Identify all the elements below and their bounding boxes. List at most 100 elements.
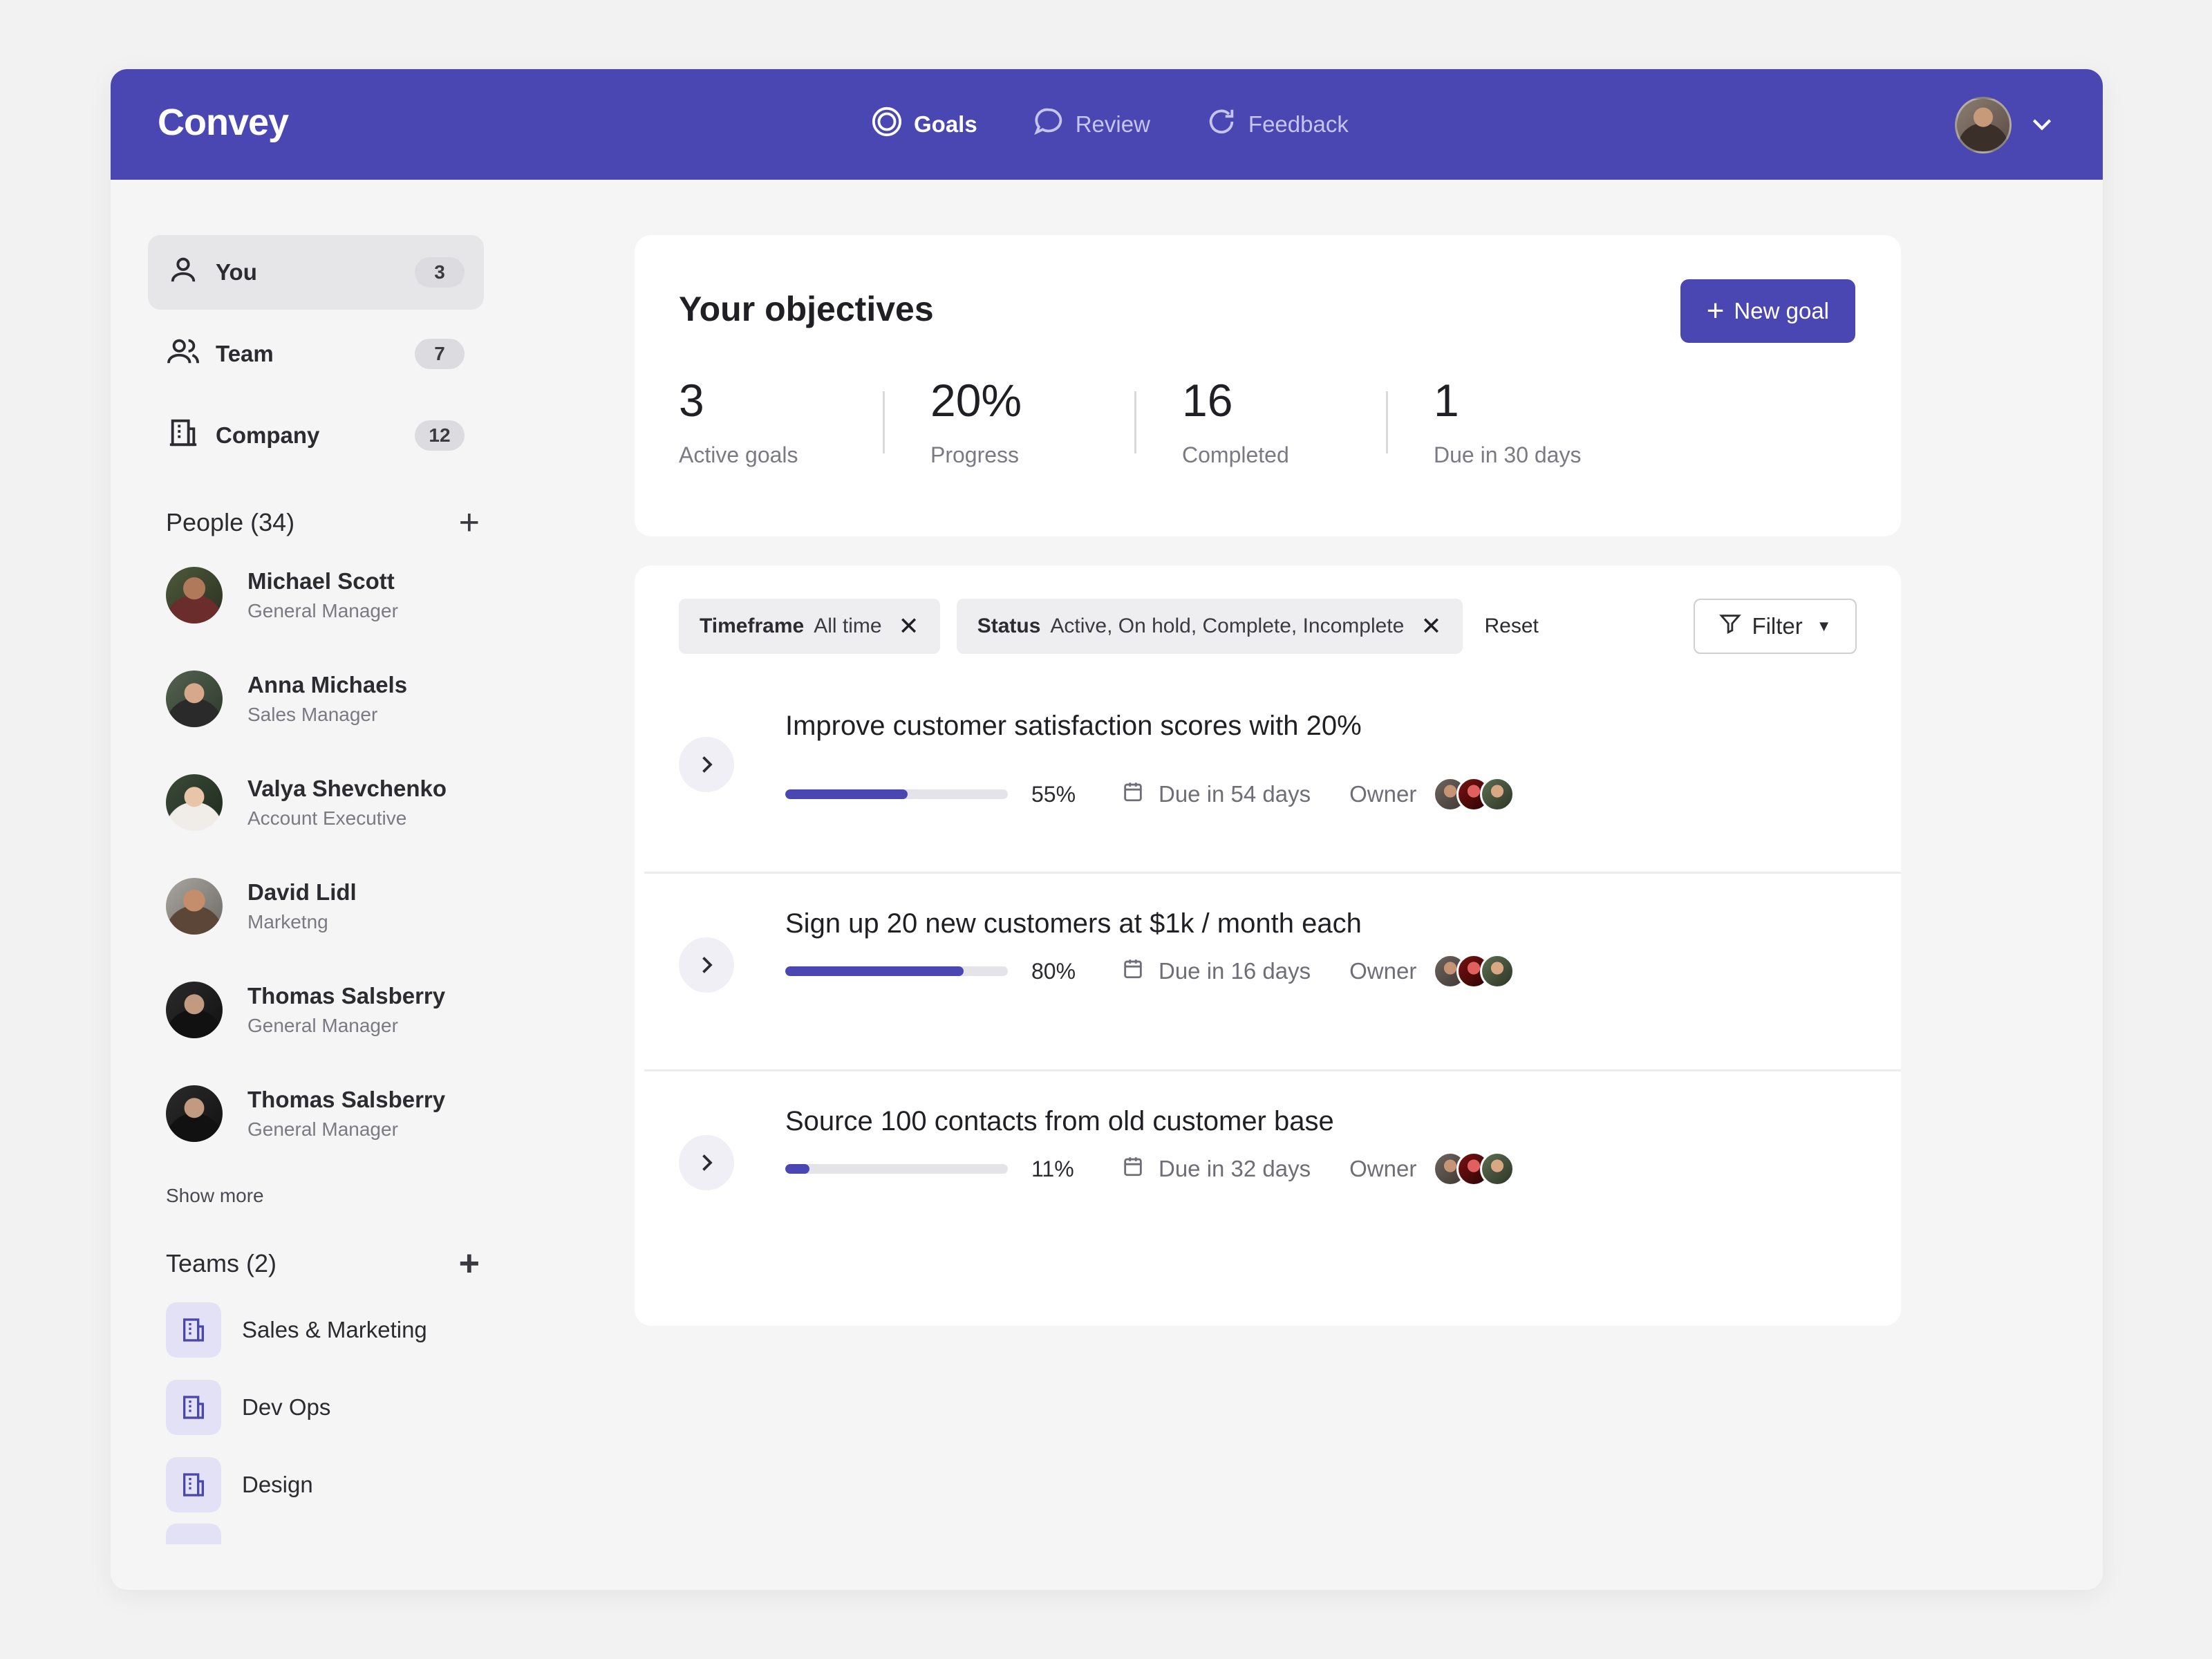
stat-due-soon: 1 Due in 30 days (1434, 377, 1685, 468)
team-building-icon (166, 1524, 221, 1544)
funnel-icon (1718, 612, 1742, 641)
goal-row[interactable]: Improve customer satisfaction scores wit… (644, 676, 1901, 874)
owner-label: Owner (1349, 1156, 1417, 1181)
team-item-partial[interactable] (148, 1524, 484, 1544)
refresh-icon (1206, 106, 1237, 143)
stat-label: Due in 30 days (1434, 442, 1582, 467)
person-name: Thomas Salsberry (247, 983, 446, 1009)
person-name: Anna Michaels (247, 672, 408, 697)
person-role: General Manager (247, 600, 398, 621)
goal-row[interactable]: Source 100 contacts from old customer ba… (644, 1071, 1901, 1269)
stat-value: 3 (679, 375, 704, 426)
due-date: Due in 54 days (1121, 780, 1311, 809)
person-role: Marketng (247, 911, 328, 932)
person-role: Sales Manager (247, 704, 378, 725)
page-title: Your objectives (679, 290, 934, 328)
progress-percent: 55% (1031, 781, 1076, 807)
chevron-right-icon[interactable] (679, 937, 734, 993)
owner-avatars[interactable] (1433, 777, 1515, 812)
avatar (166, 1085, 223, 1142)
nav-feedback-label: Feedback (1248, 111, 1349, 137)
goal-title[interactable]: Sign up 20 new customers at $1k / month … (785, 908, 1362, 939)
avatar (166, 567, 223, 624)
chevron-right-icon[interactable] (679, 737, 734, 792)
stat-value: 20% (930, 375, 1022, 426)
filter-chip-timeframe[interactable]: Timeframe All time ✕ (679, 599, 940, 654)
person-name: Thomas Salsberry (247, 1087, 446, 1112)
app-window: Convey Goals Review Feedback You 3 Team … (111, 69, 2103, 1590)
owner-avatars[interactable] (1433, 954, 1515, 988)
count-badge: 3 (415, 257, 465, 288)
nav-goals[interactable]: Goals (871, 106, 977, 143)
filter-button[interactable]: Filter ▼ (1694, 599, 1857, 654)
goal-meta: 55% Due in 54 days Owner (785, 777, 1515, 812)
list-item[interactable]: Valya Shevchenko Account Executive (148, 751, 484, 854)
user-menu[interactable] (1955, 97, 2056, 153)
show-more-link[interactable]: Show more (148, 1185, 484, 1207)
avatar (1480, 954, 1515, 988)
team-name: Sales & Marketing (242, 1317, 427, 1342)
team-building-icon (166, 1302, 221, 1358)
reset-button[interactable]: Reset (1485, 615, 1539, 638)
sidebar-item-team[interactable]: Team 7 (148, 317, 484, 391)
avatar[interactable] (1955, 97, 2012, 153)
team-item[interactable]: Design (148, 1446, 484, 1524)
sidebar-item-company[interactable]: Company 12 (148, 398, 484, 473)
team-item[interactable]: Sales & Marketing (148, 1291, 484, 1369)
owner-avatars[interactable] (1433, 1152, 1515, 1186)
close-icon[interactable]: ✕ (1421, 612, 1441, 641)
new-goal-label: New goal (1734, 298, 1829, 324)
team-item[interactable]: Dev Ops (148, 1369, 484, 1446)
goal-title[interactable]: Source 100 contacts from old customer ba… (785, 1106, 1334, 1137)
sidebar-item-you[interactable]: You 3 (148, 235, 484, 310)
nav-feedback[interactable]: Feedback (1206, 106, 1349, 143)
goal-row[interactable]: Sign up 20 new customers at $1k / month … (644, 874, 1901, 1071)
close-icon[interactable]: ✕ (899, 612, 919, 641)
plus-icon: + (1706, 294, 1725, 328)
chevron-right-icon[interactable] (679, 1135, 734, 1190)
chip-value: Active, On hold, Complete, Incomplete (1050, 615, 1405, 637)
nav-goals-label: Goals (914, 111, 977, 137)
chip-key: Status (977, 615, 1041, 637)
filter-chip-status[interactable]: Status Active, On hold, Complete, Incomp… (956, 599, 1463, 654)
avatar (166, 671, 223, 727)
building-icon (167, 417, 216, 454)
add-person-button[interactable]: + (459, 505, 480, 541)
list-item[interactable]: Thomas Salsberry General Manager (148, 1062, 484, 1165)
person-role: General Manager (247, 1118, 398, 1140)
list-item[interactable]: Michael Scott General Manager (148, 543, 484, 647)
users-icon (167, 335, 216, 373)
stat-label: Completed (1182, 442, 1289, 467)
people-section-header: People (34) + (148, 502, 484, 543)
progress-bar (785, 789, 1008, 799)
stat-progress: 20% Progress (930, 377, 1182, 468)
progress-percent: 11% (1031, 1156, 1074, 1181)
progress-bar (785, 1164, 1008, 1174)
goal-meta: 11% Due in 32 days Owner (785, 1152, 1515, 1186)
goal-meta: 80% Due in 16 days Owner (785, 954, 1515, 988)
chevron-down-icon[interactable] (2028, 110, 2056, 141)
nav-review[interactable]: Review (1033, 106, 1150, 143)
stat-label: Progress (930, 442, 1020, 467)
progress-percent: 80% (1031, 958, 1076, 984)
goal-title[interactable]: Improve customer satisfaction scores wit… (785, 711, 1362, 742)
add-team-button[interactable]: + (459, 1246, 480, 1282)
logo[interactable]: Convey (158, 101, 289, 144)
avatar (166, 774, 223, 831)
sidebar-item-label: Team (216, 341, 274, 366)
team-name: Design (242, 1472, 313, 1497)
calendar-icon (1121, 1154, 1145, 1183)
list-item[interactable]: Anna Michaels Sales Manager (148, 647, 484, 751)
progress-bar-fill (785, 1164, 810, 1174)
list-item[interactable]: Thomas Salsberry General Manager (148, 958, 484, 1062)
avatar (166, 982, 223, 1038)
due-text: Due in 16 days (1159, 958, 1311, 984)
list-item[interactable]: David Lidl Marketng (148, 854, 484, 958)
person-role: General Manager (247, 1015, 398, 1036)
person-name: David Lidl (247, 879, 357, 905)
stat-value: 1 (1434, 375, 1459, 426)
filter-bar: Timeframe All time ✕ Status Active, On h… (679, 599, 1539, 654)
progress-bar-fill (785, 966, 964, 976)
new-goal-button[interactable]: + New goal (1680, 279, 1855, 343)
stat-completed: 16 Completed (1182, 377, 1434, 468)
